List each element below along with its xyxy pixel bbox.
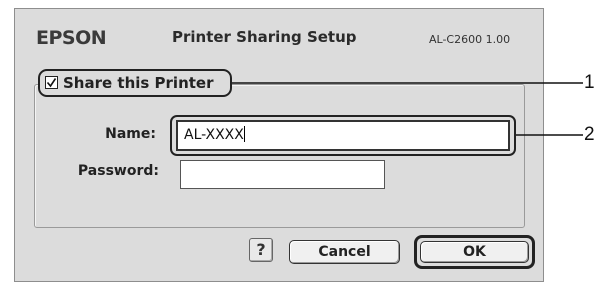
callout-number-2: 2 <box>584 124 595 145</box>
callout-number-1: 1 <box>584 72 595 93</box>
callout-lines <box>232 82 583 136</box>
